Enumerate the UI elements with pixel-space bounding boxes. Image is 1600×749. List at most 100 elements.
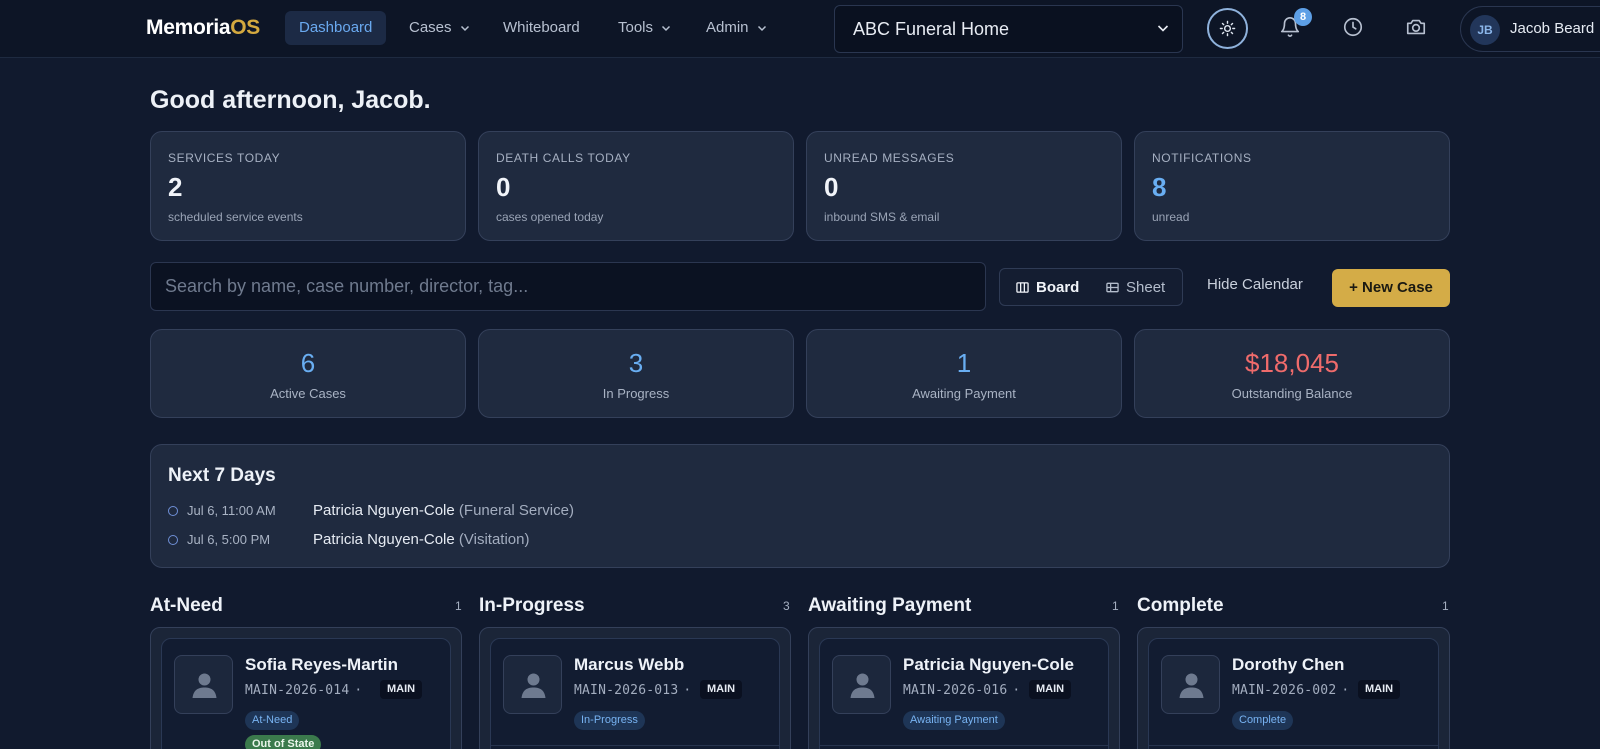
case-card[interactable]: Patricia Nguyen-Cole MAIN-2026-016 · MAIN…	[819, 638, 1109, 749]
column-title-in-progress: In-Progress	[479, 595, 585, 616]
case-card[interactable]: Sofia Reyes-Martin MAIN-2026-014 · MAIN A…	[161, 638, 451, 749]
location-tag: MAIN	[700, 680, 743, 699]
column-title-awaiting-payment: Awaiting Payment	[808, 595, 972, 616]
next-7-days-panel: Next 7 Days Jul 6, 11:00 AM Patricia Ngu…	[150, 444, 1450, 568]
case-number: MAIN-2026-014	[245, 683, 350, 698]
case-name: Dorothy Chen	[1232, 655, 1345, 674]
case-photo-placeholder	[1161, 655, 1220, 714]
user-menu[interactable]: JB Jacob Beard	[1460, 6, 1600, 52]
stat-sub: unread	[1152, 210, 1190, 224]
new-case-button[interactable]: + New Case	[1332, 269, 1450, 307]
metric-label: Active Cases	[270, 386, 346, 401]
case-photo-placeholder	[503, 655, 562, 714]
chevron-down-icon	[1157, 25, 1169, 32]
metric-value: 6	[300, 348, 316, 378]
event-time: Jul 6, 5:00 PM	[187, 532, 271, 547]
stat-value: 0	[496, 172, 511, 202]
status-badge: In-Progress	[574, 711, 645, 730]
theme-toggle-button[interactable]	[1207, 8, 1248, 49]
funeral-home-select[interactable]: ABC Funeral Home	[834, 5, 1183, 53]
case-photo-placeholder	[174, 655, 233, 714]
nav-tools-label: Tools	[618, 19, 654, 36]
case-separator: ·	[683, 683, 692, 698]
location-tag: MAIN	[1029, 680, 1072, 699]
stat-card-unread-messages[interactable]: UNREAD MESSAGES 0 inbound SMS & email	[806, 131, 1122, 241]
metric-label: Outstanding Balance	[1231, 386, 1353, 401]
case-number: MAIN-2026-013	[574, 683, 679, 698]
history-button[interactable]	[1342, 16, 1366, 40]
person-icon	[850, 673, 875, 698]
next-7-days-title: Next 7 Days	[168, 465, 276, 486]
event-name: Patricia Nguyen-Cole	[313, 502, 455, 519]
nav-admin[interactable]: Admin	[692, 11, 781, 45]
case-number: MAIN-2026-002	[1232, 683, 1337, 698]
stat-label: UNREAD MESSAGES	[824, 151, 955, 165]
case-card[interactable]: Marcus Webb MAIN-2026-013 · MAIN In-Progr…	[490, 638, 780, 749]
top-navbar: MemoriaOS Dashboard Cases Whiteboard Too…	[0, 0, 1600, 58]
nav-cases[interactable]: Cases	[395, 11, 484, 45]
hide-calendar-button[interactable]: Hide Calendar	[1207, 276, 1303, 293]
metric-card-in-progress[interactable]: 3 In Progress	[478, 329, 794, 418]
stat-label: SERVICES TODAY	[168, 151, 281, 165]
event-time: Jul 6, 11:00 AM	[187, 503, 276, 518]
column-title-complete: Complete	[1137, 595, 1224, 616]
nav-dashboard[interactable]: Dashboard	[285, 11, 387, 45]
column-count: 1	[1112, 599, 1119, 613]
app-logo[interactable]: MemoriaOS	[146, 16, 260, 40]
view-toggle: Board Sheet	[999, 268, 1183, 306]
camera-icon	[1406, 19, 1426, 35]
case-photo-placeholder	[832, 655, 891, 714]
page-greeting: Good afternoon, Jacob.	[150, 86, 431, 114]
stat-sub: inbound SMS & email	[824, 210, 940, 224]
event-type: (Visitation)	[458, 531, 530, 548]
status-badge: At-Need	[245, 711, 300, 730]
case-separator: ·	[1341, 683, 1350, 698]
chevron-down-icon	[460, 26, 469, 32]
nav-cases-label: Cases	[409, 19, 452, 36]
person-icon	[192, 673, 217, 698]
column-in-progress: Marcus Webb MAIN-2026-013 · MAIN In-Progr…	[479, 627, 791, 749]
metric-card-awaiting-payment[interactable]: 1 Awaiting Payment	[806, 329, 1122, 418]
case-card[interactable]: Dorothy Chen MAIN-2026-002 · MAIN Complet…	[1148, 638, 1439, 749]
board-view-label: Board	[1036, 279, 1080, 296]
chevron-down-icon	[757, 26, 766, 32]
stat-label: DEATH CALLS TODAY	[496, 151, 631, 165]
out-of-state-tag: Out of State	[245, 735, 322, 749]
column-count: 3	[783, 599, 790, 613]
column-title-at-need: At-Need	[150, 595, 223, 616]
metric-card-outstanding-balance[interactable]: $18,045 Outstanding Balance	[1134, 329, 1450, 418]
metric-value: $18,045	[1245, 348, 1339, 378]
board-view-button[interactable]: Board	[1016, 278, 1079, 298]
nav-admin-label: Admin	[706, 19, 749, 36]
card-divider	[1149, 745, 1438, 746]
stat-card-notifications[interactable]: NOTIFICATIONS 8 unread	[1134, 131, 1450, 241]
person-icon	[521, 673, 546, 698]
case-name: Sofia Reyes-Martin	[245, 655, 399, 674]
sheet-view-label: Sheet	[1126, 279, 1166, 296]
metric-label: Awaiting Payment	[912, 386, 1016, 401]
nav-dashboard-label: Dashboard	[299, 19, 373, 36]
status-badge: Awaiting Payment	[903, 711, 1005, 730]
case-name: Patricia Nguyen-Cole	[903, 655, 1074, 674]
stat-value: 0	[824, 172, 839, 202]
nav-whiteboard[interactable]: Whiteboard	[489, 11, 594, 45]
status-badge: Complete	[1232, 711, 1294, 730]
event-dot-icon	[168, 506, 178, 516]
metric-card-active-cases[interactable]: 6 Active Cases	[150, 329, 466, 418]
column-count: 1	[1442, 599, 1449, 613]
case-name: Marcus Webb	[574, 655, 685, 674]
stat-value: 8	[1152, 172, 1167, 202]
logo-text-accent: OS	[230, 16, 261, 39]
stat-label: NOTIFICATIONS	[1152, 151, 1252, 165]
camera-button[interactable]	[1405, 16, 1429, 40]
stat-sub: scheduled service events	[168, 210, 303, 224]
stat-card-services-today[interactable]: SERVICES TODAY 2 scheduled service event…	[150, 131, 466, 241]
stat-card-death-calls-today[interactable]: DEATH CALLS TODAY 0 cases opened today	[478, 131, 794, 241]
search-input[interactable]: Search by name, case number, director, t…	[150, 262, 986, 311]
event-item[interactable]: Jul 6, 11:00 AM Patricia Nguyen-Cole (Fu…	[168, 501, 768, 521]
sheet-view-button[interactable]: Sheet	[1106, 278, 1165, 298]
event-name: Patricia Nguyen-Cole	[313, 531, 455, 548]
person-icon	[1179, 673, 1204, 698]
event-item[interactable]: Jul 6, 5:00 PM Patricia Nguyen-Cole (Vis…	[168, 530, 768, 550]
nav-tools[interactable]: Tools	[604, 11, 685, 45]
